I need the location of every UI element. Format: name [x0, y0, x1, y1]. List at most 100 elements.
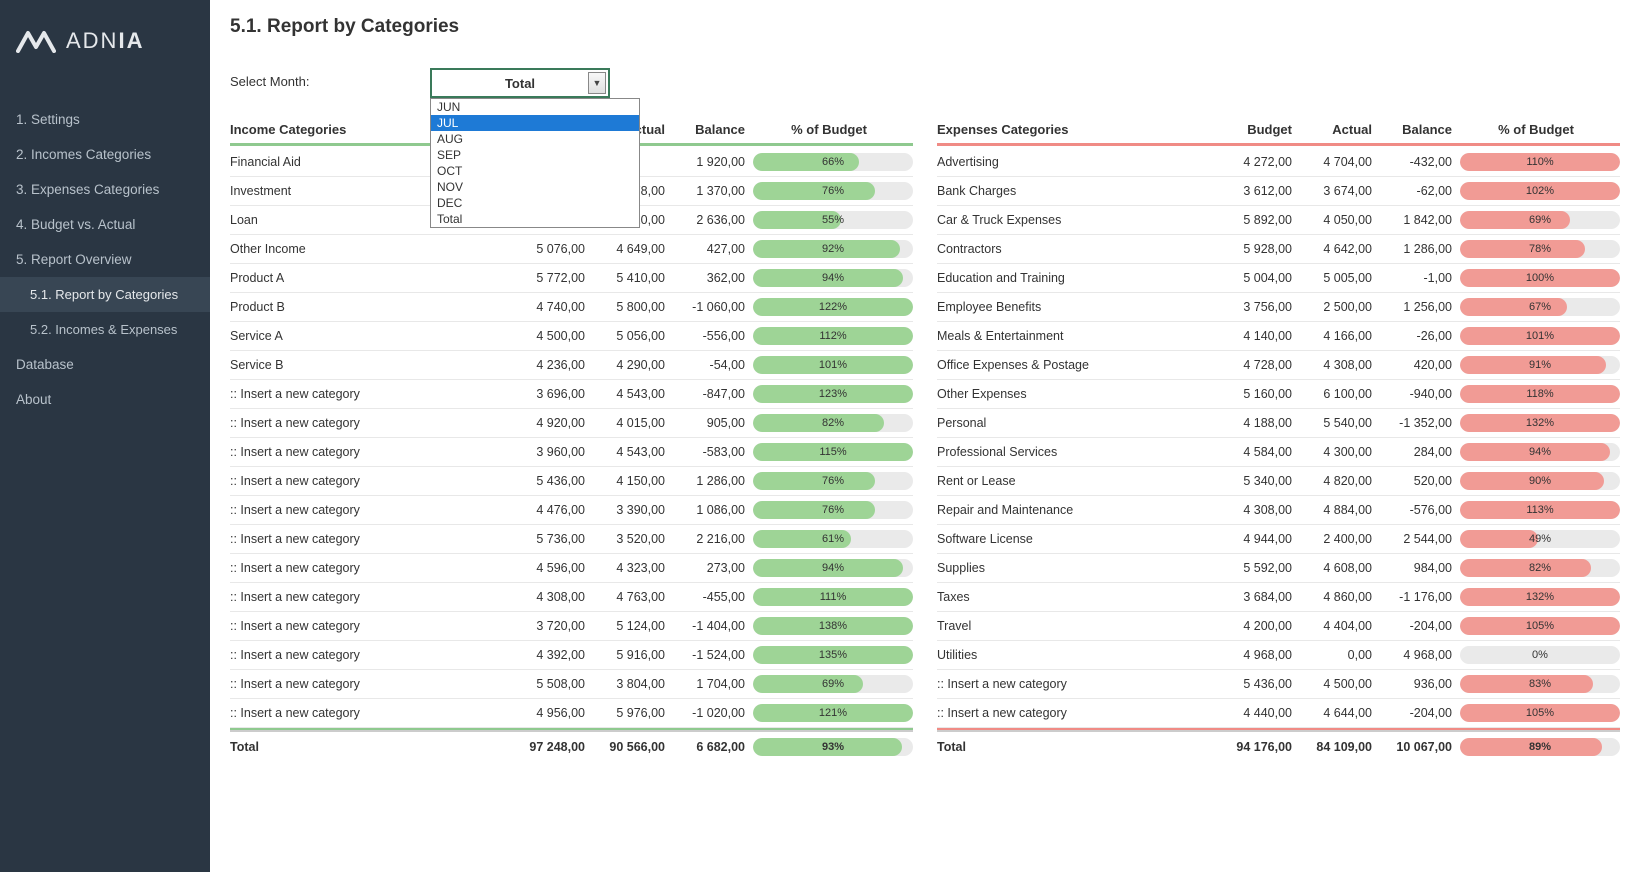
table-row[interactable]: Rent or Lease5 340,004 820,00520,0090% — [937, 467, 1620, 496]
cell-actual: 4 308,00 — [1292, 358, 1372, 372]
cell-budget: 3 696,00 — [505, 387, 585, 401]
table-row[interactable]: :: Insert a new category4 596,004 323,00… — [230, 554, 913, 583]
table-row[interactable]: Car & Truck Expenses5 892,004 050,001 84… — [937, 206, 1620, 235]
nav-item[interactable]: 5.2. Incomes & Expenses — [0, 312, 210, 347]
table-row[interactable]: Employee Benefits3 756,002 500,001 256,0… — [937, 293, 1620, 322]
income-total-budget: 97 248,00 — [505, 740, 585, 754]
table-row[interactable]: Personal4 188,005 540,00-1 352,00132% — [937, 409, 1620, 438]
table-row[interactable]: :: Insert a new category4 956,005 976,00… — [230, 699, 913, 728]
table-row[interactable]: Repair and Maintenance4 308,004 884,00-5… — [937, 496, 1620, 525]
table-row[interactable]: :: Insert a new category5 508,003 804,00… — [230, 670, 913, 699]
table-row[interactable]: :: Insert a new category4 440,004 644,00… — [937, 699, 1620, 728]
nav-item[interactable]: 5. Report Overview — [0, 242, 210, 277]
month-option[interactable]: SEP — [431, 147, 639, 163]
expense-total-balance: 10 067,00 — [1372, 740, 1452, 754]
table-row[interactable]: Other Expenses5 160,006 100,00-940,00118… — [937, 380, 1620, 409]
month-option[interactable]: Total — [431, 211, 639, 227]
month-option[interactable]: OCT — [431, 163, 639, 179]
expense-total-budget: 94 176,00 — [1212, 740, 1292, 754]
cell-name: Personal — [937, 416, 1212, 430]
cell-budget: 4 944,00 — [1212, 532, 1292, 546]
month-option[interactable]: JUN — [431, 99, 639, 115]
progress-bar: 110% — [1460, 153, 1620, 171]
progress-label: 123% — [753, 385, 913, 403]
progress-bar: 105% — [1460, 617, 1620, 635]
progress-label: 100% — [1460, 269, 1620, 287]
progress-label: 118% — [1460, 385, 1620, 403]
cell-actual: 5 410,00 — [585, 271, 665, 285]
table-row[interactable]: :: Insert a new category4 476,003 390,00… — [230, 496, 913, 525]
nav-item[interactable]: About — [0, 382, 210, 417]
cell-balance: 2 544,00 — [1372, 532, 1452, 546]
sidebar: ADNIA 1. Settings2. Incomes Categories3.… — [0, 0, 210, 872]
cell-name: Meals & Entertainment — [937, 329, 1212, 343]
table-row[interactable]: Contractors5 928,004 642,001 286,0078% — [937, 235, 1620, 264]
dropdown-toggle-button[interactable]: ▼ — [588, 72, 606, 94]
nav-item[interactable]: 1. Settings — [0, 102, 210, 137]
cell-balance: -1 404,00 — [665, 619, 745, 633]
month-option[interactable]: JUL — [431, 115, 639, 131]
cell-name: Bank Charges — [937, 184, 1212, 198]
table-row[interactable]: :: Insert a new category4 392,005 916,00… — [230, 641, 913, 670]
progress-bar: 102% — [1460, 182, 1620, 200]
progress-bar: 49% — [1460, 530, 1620, 548]
cell-balance: -1 020,00 — [665, 706, 745, 720]
col-pct: % of Budget — [745, 122, 913, 137]
cell-balance: 420,00 — [1372, 358, 1452, 372]
table-row[interactable]: Travel4 200,004 404,00-204,00105% — [937, 612, 1620, 641]
table-row[interactable]: :: Insert a new category3 960,004 543,00… — [230, 438, 913, 467]
cell-budget: 5 736,00 — [505, 532, 585, 546]
table-row[interactable]: Meals & Entertainment4 140,004 166,00-26… — [937, 322, 1620, 351]
month-select[interactable]: Total ▼ — [430, 68, 610, 98]
month-selector-row: Select Month: Total ▼ JUNJULAUGSEPOCTNOV… — [230, 68, 1620, 98]
table-row[interactable]: Service A4 500,005 056,00-556,00112% — [230, 322, 913, 351]
table-row[interactable]: Product A5 772,005 410,00362,0094% — [230, 264, 913, 293]
cell-actual: 4 704,00 — [1292, 155, 1372, 169]
table-row[interactable]: :: Insert a new category3 720,005 124,00… — [230, 612, 913, 641]
month-option[interactable]: AUG — [431, 131, 639, 147]
nav-item[interactable]: Database — [0, 347, 210, 382]
cell-budget: 3 960,00 — [505, 445, 585, 459]
progress-label: 132% — [1460, 414, 1620, 432]
table-row[interactable]: :: Insert a new category4 308,004 763,00… — [230, 583, 913, 612]
nav-item[interactable]: 2. Incomes Categories — [0, 137, 210, 172]
cell-actual: 3 390,00 — [585, 503, 665, 517]
table-row[interactable]: Professional Services4 584,004 300,00284… — [937, 438, 1620, 467]
nav-item[interactable]: 4. Budget vs. Actual — [0, 207, 210, 242]
col-expense-title: Expenses Categories — [937, 122, 1212, 137]
table-row[interactable]: Product B4 740,005 800,00-1 060,00122% — [230, 293, 913, 322]
table-row[interactable]: :: Insert a new category4 920,004 015,00… — [230, 409, 913, 438]
table-row[interactable]: Utilities4 968,000,004 968,000% — [937, 641, 1620, 670]
table-row[interactable]: Supplies5 592,004 608,00984,0082% — [937, 554, 1620, 583]
nav-item[interactable]: 3. Expenses Categories — [0, 172, 210, 207]
total-label: Total — [937, 740, 1212, 754]
table-row[interactable]: :: Insert a new category5 436,004 150,00… — [230, 467, 913, 496]
table-row[interactable]: Education and Training5 004,005 005,00-1… — [937, 264, 1620, 293]
table-row[interactable]: :: Insert a new category5 736,003 520,00… — [230, 525, 913, 554]
month-option[interactable]: DEC — [431, 195, 639, 211]
cell-name: :: Insert a new category — [230, 474, 505, 488]
table-row[interactable]: Other Income5 076,004 649,00427,0092% — [230, 235, 913, 264]
table-row[interactable]: :: Insert a new category5 436,004 500,00… — [937, 670, 1620, 699]
table-row[interactable]: Bank Charges3 612,003 674,00-62,00102% — [937, 177, 1620, 206]
nav-item[interactable]: 5.1. Report by Categories — [0, 277, 210, 312]
table-row[interactable]: :: Insert a new category3 696,004 543,00… — [230, 380, 913, 409]
progress-bar: 121% — [753, 704, 913, 722]
table-row[interactable]: Taxes3 684,004 860,00-1 176,00132% — [937, 583, 1620, 612]
cell-balance: -1 176,00 — [1372, 590, 1452, 604]
cell-budget: 4 740,00 — [505, 300, 585, 314]
cell-balance: 2 216,00 — [665, 532, 745, 546]
table-row[interactable]: Advertising4 272,004 704,00-432,00110% — [937, 148, 1620, 177]
table-row[interactable]: Office Expenses & Postage4 728,004 308,0… — [937, 351, 1620, 380]
cell-actual: 3 674,00 — [1292, 184, 1372, 198]
table-row[interactable]: Service B4 236,004 290,00-54,00101% — [230, 351, 913, 380]
month-dropdown-list[interactable]: JUNJULAUGSEPOCTNOVDECTotal — [430, 98, 640, 228]
progress-label: 82% — [1460, 559, 1620, 577]
month-option[interactable]: NOV — [431, 179, 639, 195]
progress-label: 115% — [753, 443, 913, 461]
table-row[interactable]: Software License4 944,002 400,002 544,00… — [937, 525, 1620, 554]
cell-name: Utilities — [937, 648, 1212, 662]
cell-pct: 132% — [1452, 414, 1620, 432]
cell-pct: 83% — [1452, 675, 1620, 693]
cell-pct: 78% — [1452, 240, 1620, 258]
